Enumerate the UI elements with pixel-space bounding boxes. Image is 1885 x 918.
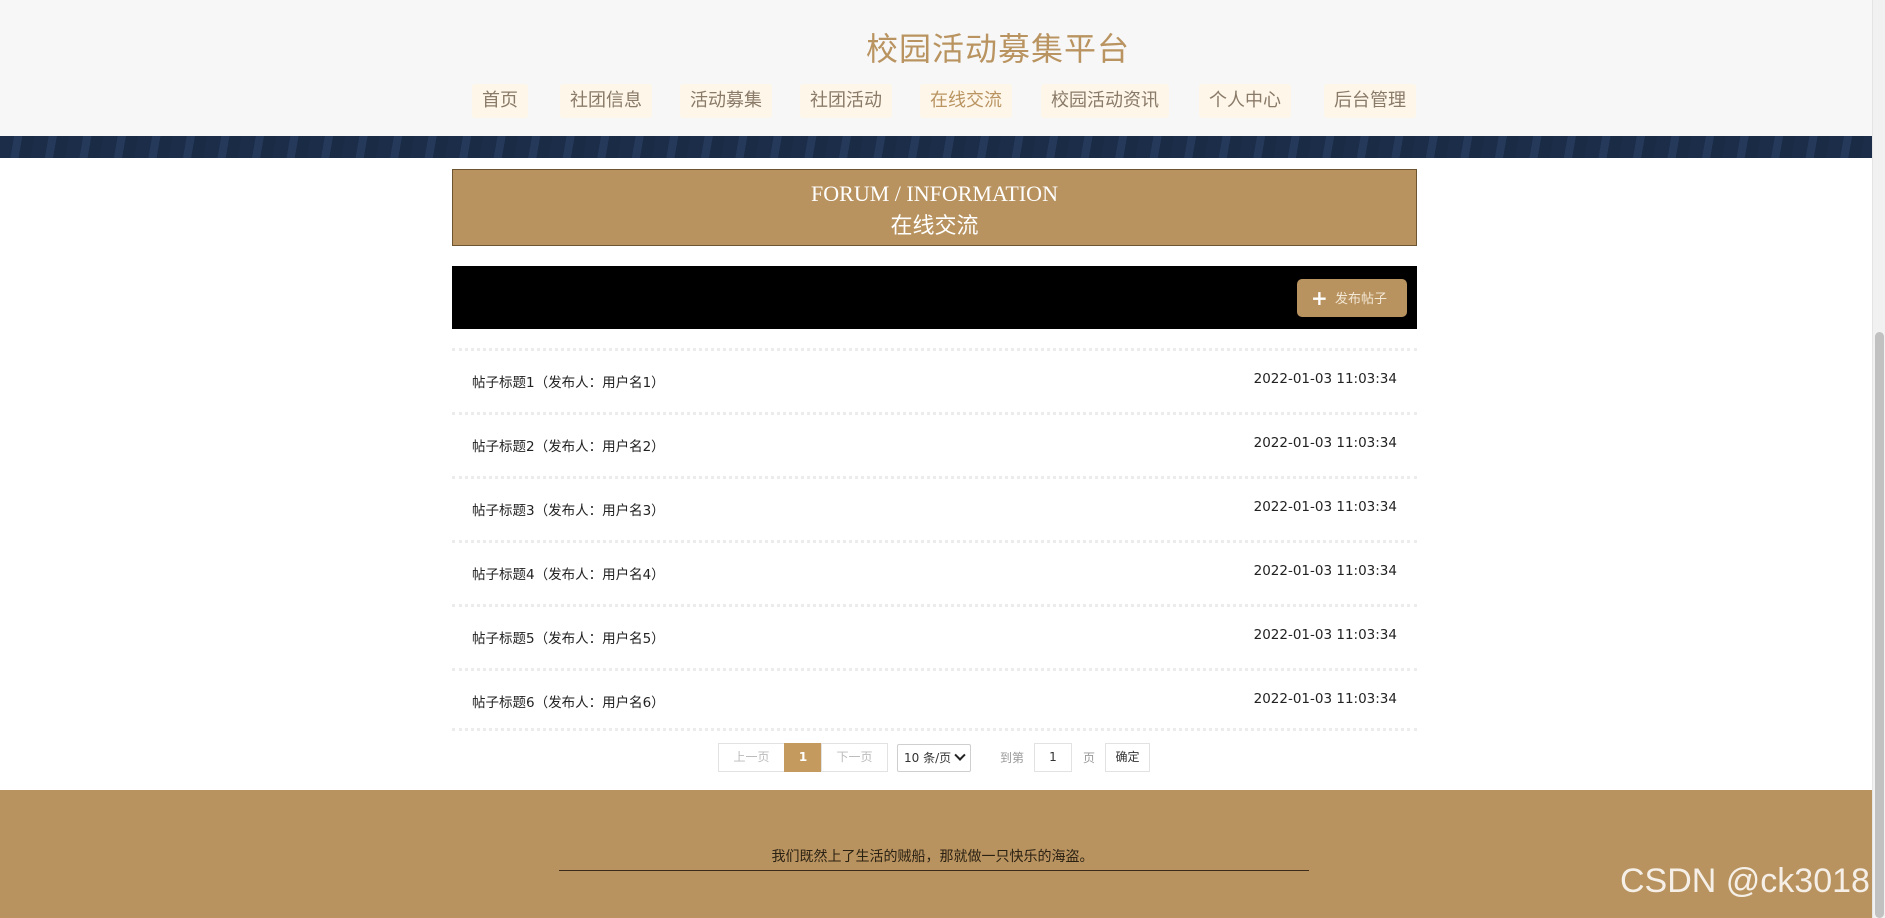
site-title: 校园活动募集平台 <box>865 30 1130 68</box>
footer-divider <box>559 870 1309 871</box>
post-row[interactable]: 帖子标题3（发布人：用户名3） 2022-01-03 11:03:34 <box>452 476 1417 540</box>
section-title-box: FORUM / INFORMATION 在线交流 <box>452 169 1417 246</box>
goto-label: 到第 <box>1000 751 1025 765</box>
footer-text: 我们既然上了生活的贼船，那就做一只快乐的海盗。 <box>771 849 1094 865</box>
post-title[interactable]: 帖子标题1（发布人：用户名1） <box>472 371 665 391</box>
post-row[interactable]: 帖子标题5（发布人：用户名5） 2022-01-03 11:03:34 <box>452 604 1417 668</box>
prev-page-button[interactable]: 上一页 <box>718 743 785 772</box>
publish-post-button[interactable]: + 发布帖子 <box>1297 279 1407 317</box>
publish-post-label: 发布帖子 <box>1335 292 1388 307</box>
nav-item-activity-recruit[interactable]: 活动募集 <box>680 84 772 118</box>
nav-item-admin[interactable]: 后台管理 <box>1324 84 1416 118</box>
nav-item-club-info[interactable]: 社团信息 <box>560 84 652 118</box>
goto-confirm-button[interactable]: 确定 <box>1105 743 1150 772</box>
post-time: 2022-01-03 11:03:34 <box>1253 499 1397 515</box>
post-row[interactable]: 帖子标题4（发布人：用户名4） 2022-01-03 11:03:34 <box>452 540 1417 604</box>
site-header: 校园活动募集平台 首页 社团信息 活动募集 社团活动 在线交流 校园活动资讯 个… <box>0 0 1872 136</box>
site-footer: 我们既然上了生活的贼船，那就做一只快乐的海盗。 <box>0 790 1872 918</box>
post-title[interactable]: 帖子标题5（发布人：用户名5） <box>472 627 665 647</box>
banner-strip <box>0 136 1872 158</box>
post-row[interactable]: 帖子标题1（发布人：用户名1） 2022-01-03 11:03:34 <box>452 348 1417 412</box>
nav-item-personal-center[interactable]: 个人中心 <box>1199 84 1291 118</box>
scrollbar-thumb[interactable] <box>1875 332 1884 918</box>
post-time: 2022-01-03 11:03:34 <box>1253 627 1397 643</box>
nav-item-home[interactable]: 首页 <box>472 84 528 118</box>
post-title[interactable]: 帖子标题2（发布人：用户名2） <box>472 435 665 455</box>
post-title[interactable]: 帖子标题3（发布人：用户名3） <box>472 499 665 519</box>
post-time: 2022-01-03 11:03:34 <box>1253 371 1397 387</box>
post-time: 2022-01-03 11:03:34 <box>1253 691 1397 707</box>
post-row[interactable]: 帖子标题6（发布人：用户名6） 2022-01-03 11:03:34 <box>452 668 1417 732</box>
page-size-value: 10 条/页 <box>904 751 952 765</box>
nav-item-club-activities[interactable]: 社团活动 <box>800 84 892 118</box>
nav-item-campus-news[interactable]: 校园活动资讯 <box>1041 84 1169 118</box>
page: 校园活动募集平台 首页 社团信息 活动募集 社团活动 在线交流 校园活动资讯 个… <box>0 0 1885 918</box>
next-page-button[interactable]: 下一页 <box>821 743 888 772</box>
page-size-select[interactable]: 10 条/页 <box>897 744 971 772</box>
post-time: 2022-01-03 11:03:34 <box>1253 563 1397 579</box>
goto-page-input[interactable]: 1 <box>1034 743 1072 772</box>
nav-item-online-forum[interactable]: 在线交流 <box>920 84 1012 118</box>
scrollbar[interactable] <box>1872 0 1885 918</box>
section-title-en: FORUM / INFORMATION <box>811 181 1058 206</box>
page-unit-label: 页 <box>1083 751 1096 765</box>
post-title[interactable]: 帖子标题4（发布人：用户名4） <box>472 563 665 583</box>
post-title[interactable]: 帖子标题6（发布人：用户名6） <box>472 691 665 711</box>
forum-toolbar: + 发布帖子 <box>452 266 1417 329</box>
section-title-cn: 在线交流 <box>890 214 979 239</box>
list-divider <box>452 728 1417 731</box>
post-time: 2022-01-03 11:03:34 <box>1253 435 1397 451</box>
chevron-down-icon <box>954 749 966 761</box>
watermark: CSDN @ck3018 <box>1620 862 1870 900</box>
plus-icon: + <box>1311 286 1328 310</box>
current-page-button[interactable]: 1 <box>784 743 822 772</box>
post-row[interactable]: 帖子标题2（发布人：用户名2） 2022-01-03 11:03:34 <box>452 412 1417 476</box>
